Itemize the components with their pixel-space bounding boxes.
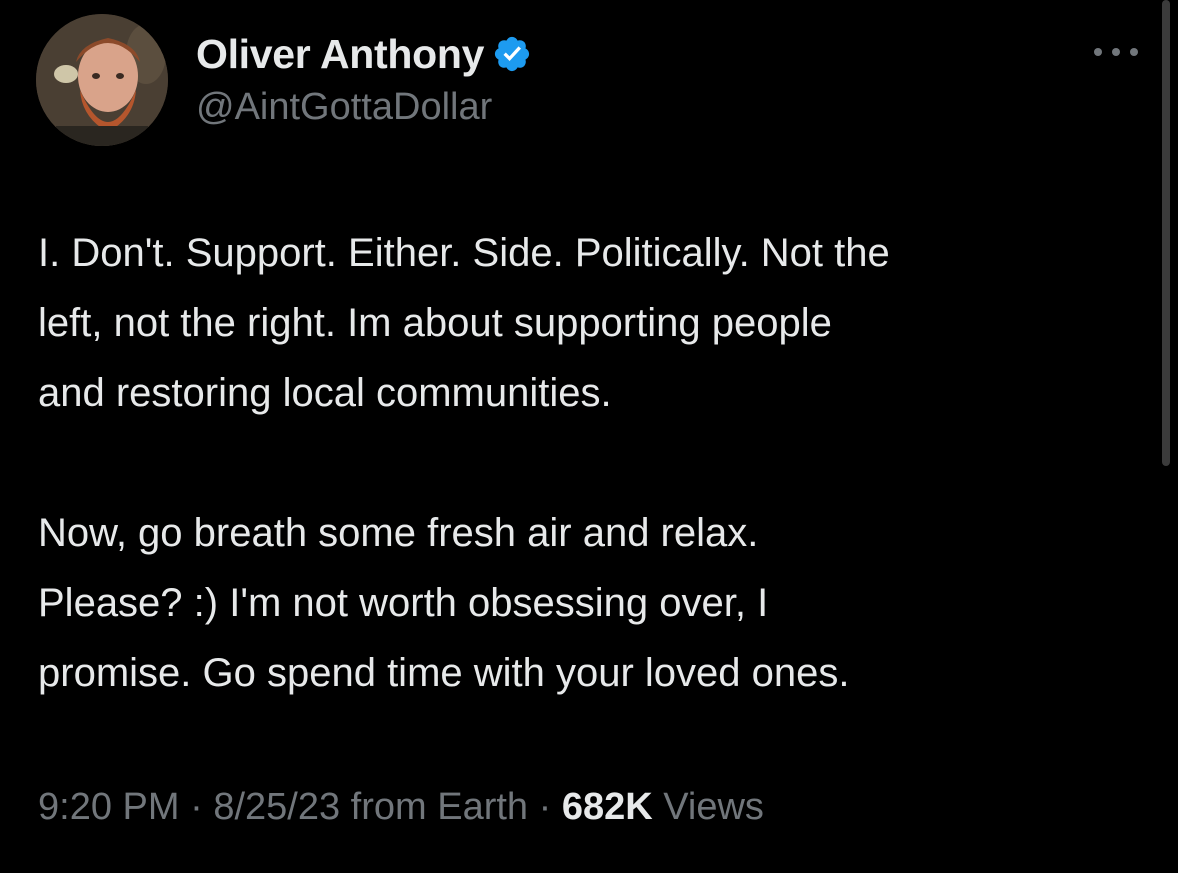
tweet-paragraph: I. Don't. Support. Either. Side. Politic…: [38, 218, 1148, 428]
avatar[interactable]: [36, 14, 168, 146]
tweet-meta: 9:20 PM · 8/25/23 from Earth · 682K View…: [38, 786, 764, 829]
tweet-date[interactable]: 8/25/23: [213, 786, 340, 828]
tweet-paragraph: Now, go breath some fresh air and relax.…: [38, 498, 1148, 708]
tweet: Oliver Anthony @AintGottaDollar I. Don't…: [0, 0, 1178, 873]
name-row: Oliver Anthony: [196, 28, 532, 80]
tweet-line: promise. Go spend time with your loved o…: [38, 651, 850, 695]
views-count[interactable]: 682K: [562, 786, 653, 828]
tweet-line: Please? :) I'm not worth obsessing over,…: [38, 581, 769, 625]
tweet-text: I. Don't. Support. Either. Side. Politic…: [38, 218, 1148, 708]
avatar-image: [36, 14, 168, 146]
verified-badge-icon[interactable]: [492, 34, 532, 74]
more-dot: [1130, 48, 1138, 56]
views-label[interactable]: Views: [663, 786, 764, 828]
tweet-time[interactable]: 9:20 PM: [38, 786, 180, 828]
more-dot: [1112, 48, 1120, 56]
tweet-line: left, not the right. Im about supporting…: [38, 301, 832, 345]
more-dot: [1094, 48, 1102, 56]
meta-separator: ·: [190, 786, 203, 828]
scrollbar[interactable]: [1162, 0, 1170, 466]
tweet-line: Now, go breath some fresh air and relax.: [38, 511, 759, 555]
tweet-line: and restoring local communities.: [38, 371, 612, 415]
tweet-source: from Earth: [350, 786, 529, 828]
more-horizontal-icon[interactable]: [1094, 44, 1138, 60]
meta-separator: ·: [538, 786, 552, 828]
handle[interactable]: @AintGottaDollar: [196, 86, 532, 129]
tweet-line: I. Don't. Support. Either. Side. Politic…: [38, 231, 890, 275]
display-name[interactable]: Oliver Anthony: [196, 31, 484, 78]
author-block: Oliver Anthony @AintGottaDollar: [196, 28, 532, 129]
